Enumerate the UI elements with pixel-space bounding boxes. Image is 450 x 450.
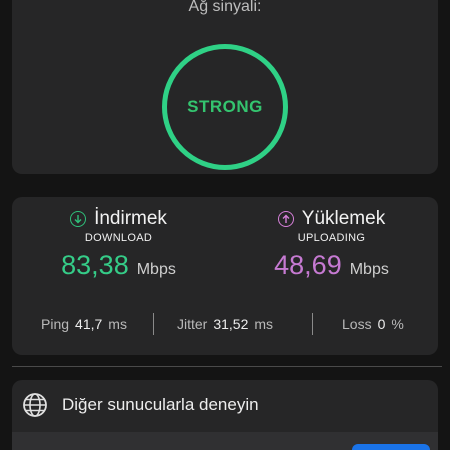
section-divider [12, 366, 442, 367]
ping-stat: Ping 41,7 ms [41, 313, 127, 335]
jitter-unit: ms [254, 316, 274, 332]
stat-divider [153, 313, 154, 335]
upload-sublabel: UPLOADING [297, 232, 366, 244]
loss-stat: Loss 0 % [342, 313, 404, 335]
signal-status: STRONG [187, 97, 263, 116]
ping-label: Ping [41, 316, 70, 332]
upload-unit: Mbps [349, 261, 389, 278]
other-servers-card[interactable]: Diğer sunucularla deneyin [12, 380, 438, 450]
upload-value: 48,69 [274, 250, 342, 280]
stats-row: Ping 41,7 ms Jitter 31,52 ms Loss 0 % [12, 313, 438, 335]
loss-label: Loss [342, 316, 372, 332]
ping-value: 41,7 [75, 316, 103, 332]
loss-unit: % [391, 316, 404, 332]
upload-section: Yüklemek UPLOADING 48,69 Mbps [225, 207, 438, 281]
speed-test-screen: Ağ sinyali: STRONG İndirmek DOWNLOAD 83,… [0, 0, 450, 450]
download-sublabel: DOWNLOAD [84, 232, 153, 244]
signal-card: Ağ sinyali: STRONG [12, 0, 438, 174]
upload-label: Yüklemek [301, 208, 386, 229]
jitter-label: Jitter [177, 316, 208, 332]
jitter-value: 31,52 [213, 316, 249, 332]
download-section: İndirmek DOWNLOAD 83,38 Mbps [12, 207, 225, 281]
speed-results-card: İndirmek DOWNLOAD 83,38 Mbps Yüklemek UP… [12, 197, 438, 355]
loss-value: 0 [377, 316, 386, 332]
download-label: İndirmek [94, 208, 167, 229]
arrow-down-circle-icon [70, 211, 87, 227]
stat-divider [312, 313, 313, 335]
signal-label: Ağ sinyali: [188, 0, 262, 15]
signal-ring: STRONG [162, 44, 288, 170]
ping-unit: ms [108, 316, 127, 332]
arrow-up-circle-icon [277, 211, 294, 227]
server-action-button[interactable] [352, 444, 430, 450]
jitter-stat: Jitter 31,52 ms [177, 313, 273, 335]
download-value: 83,38 [61, 250, 129, 280]
globe-icon [22, 392, 48, 418]
download-unit: Mbps [136, 261, 176, 278]
other-servers-label[interactable]: Diğer sunucularla deneyin [62, 395, 259, 415]
